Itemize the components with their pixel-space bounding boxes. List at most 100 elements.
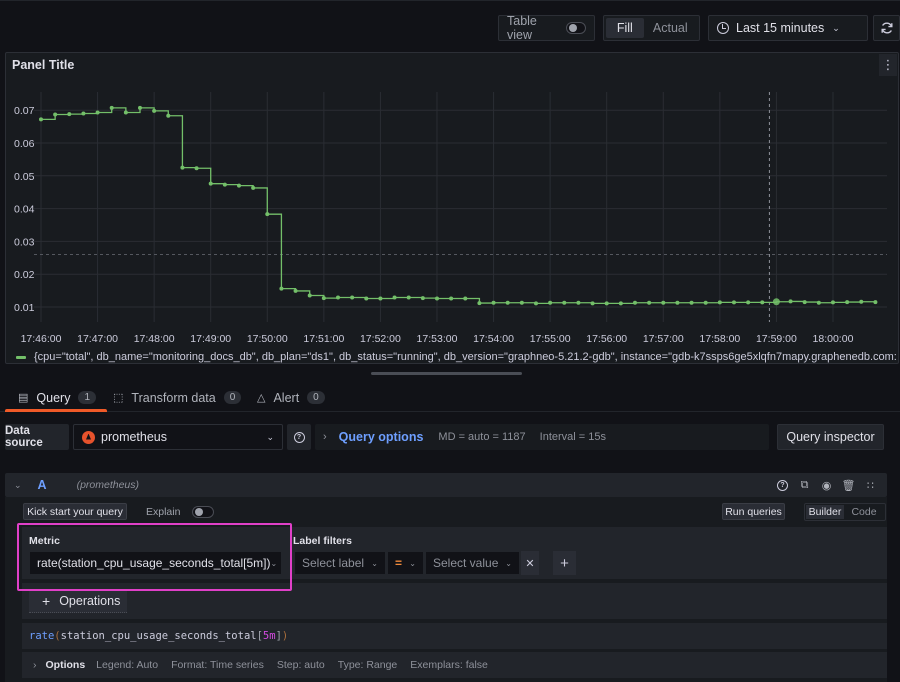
preview-close-paren: ) xyxy=(281,630,289,642)
data-point xyxy=(477,301,482,306)
x-tick-label: 17:55:00 xyxy=(530,333,571,345)
tab-transform-data[interactable]: ⬚ Transform data 0 xyxy=(113,384,242,411)
data-point xyxy=(802,300,807,305)
data-point xyxy=(703,300,708,305)
explain-label: Explain xyxy=(146,506,181,518)
collapse-chevron-icon[interactable]: ⌄ xyxy=(14,480,22,491)
table-view-switch[interactable] xyxy=(566,22,586,34)
refresh-button[interactable] xyxy=(873,15,900,41)
query-options[interactable]: › Query options MD = auto = 1187 Interva… xyxy=(315,424,769,450)
data-point xyxy=(449,296,454,301)
data-point xyxy=(717,300,722,305)
remove-filter-button[interactable]: ✕ xyxy=(521,551,539,575)
legend-label[interactable]: {cpu="total", db_name="monitoring_docs_d… xyxy=(34,351,896,363)
time-series-chart[interactable]: 0.01 0.02 0.03 0.04 0.05 0.06 0.07 17:46:00 17:4… xyxy=(0,52,900,352)
data-point xyxy=(236,183,241,188)
tab-alert[interactable]: △ Alert 0 xyxy=(257,384,325,411)
x-tick-label: 17:58:00 xyxy=(699,333,740,345)
operator-value: = xyxy=(395,556,403,570)
query-options-row[interactable]: › Options Legend: Auto Format: Time seri… xyxy=(22,652,887,678)
select-label-dropdown[interactable]: Select label ⌄ xyxy=(294,551,386,575)
editor-mode-switch: Builder Code xyxy=(804,503,886,521)
data-point xyxy=(632,300,637,305)
add-operations-button[interactable]: + Operations xyxy=(29,589,127,613)
query-inspector-button[interactable]: Query inspector xyxy=(777,424,884,450)
top-toolbar: Table view Fill Actual Last 15 minutes ⌄ xyxy=(0,0,900,52)
prometheus-icon xyxy=(82,430,95,444)
tab-query-count: 1 xyxy=(78,391,97,404)
data-point xyxy=(562,300,567,305)
data-source-value: prometheus xyxy=(101,430,168,444)
data-point xyxy=(194,166,199,171)
query-options-label[interactable]: Query options xyxy=(339,430,424,444)
data-point xyxy=(845,300,850,305)
editor-tabs: ▤ Query 1 ⬚ Transform data 0 △ Alert 0 xyxy=(0,384,900,412)
operator-dropdown[interactable]: = ⌄ xyxy=(387,551,424,575)
data-point xyxy=(53,112,58,117)
explain-toggle[interactable]: Explain xyxy=(146,506,215,518)
y-tick-label: 0.07 xyxy=(14,105,35,117)
data-point xyxy=(830,300,835,305)
options-title[interactable]: Options xyxy=(46,659,86,671)
metric-highlight-box xyxy=(17,523,292,591)
data-point xyxy=(873,300,878,305)
drag-handle-icon[interactable]: ∷ xyxy=(864,479,877,492)
select-label-placeholder: Select label xyxy=(302,556,365,570)
data-point xyxy=(604,301,609,306)
data-point xyxy=(123,110,128,115)
table-view-toggle[interactable]: Table view xyxy=(498,14,595,42)
data-point xyxy=(364,296,369,301)
x-tick-label: 17:53:00 xyxy=(417,333,458,345)
time-range-picker[interactable]: Last 15 minutes ⌄ xyxy=(708,15,868,41)
x-tick-label: 17:51:00 xyxy=(303,333,344,345)
operations-label: Operations xyxy=(59,593,121,608)
y-tick-label: 0.01 xyxy=(14,302,35,314)
code-mode-option[interactable]: Code xyxy=(844,505,884,519)
help-icon[interactable]: ? xyxy=(776,479,789,492)
data-point xyxy=(321,296,326,301)
data-point xyxy=(420,296,425,301)
eye-icon[interactable]: ◉ xyxy=(820,479,833,492)
data-point xyxy=(816,300,821,305)
chevron-down-icon: ⌄ xyxy=(409,558,416,568)
data-source-help-button[interactable]: ? xyxy=(287,424,311,450)
data-point xyxy=(689,300,694,305)
query-ref-id[interactable]: A xyxy=(38,478,47,492)
add-filter-button[interactable]: + xyxy=(553,551,576,575)
data-point xyxy=(590,301,595,306)
option-legend: Legend: Auto xyxy=(96,659,159,671)
actual-option[interactable]: Actual xyxy=(644,18,697,38)
y-tick-label: 0.04 xyxy=(14,204,35,216)
data-point xyxy=(180,165,185,170)
data-point xyxy=(392,295,397,300)
x-tick-label: 17:59:00 xyxy=(756,333,797,345)
explain-switch[interactable] xyxy=(192,506,215,518)
builder-mode-option[interactable]: Builder xyxy=(806,505,844,519)
chevron-down-icon: ⌄ xyxy=(832,22,840,33)
select-value-dropdown[interactable]: Select value ⌄ xyxy=(425,551,520,575)
plus-icon: + xyxy=(560,554,569,572)
fill-option[interactable]: Fill xyxy=(606,18,644,38)
x-tick-label: 17:49:00 xyxy=(190,333,231,345)
data-point xyxy=(618,301,623,306)
data-point xyxy=(335,295,340,300)
bell-icon: △ xyxy=(257,392,266,404)
data-point xyxy=(208,181,213,186)
duplicate-icon[interactable]: ⧉ xyxy=(798,479,811,492)
tab-query[interactable]: ▤ Query 1 xyxy=(4,384,108,412)
data-point xyxy=(788,299,793,304)
help-icon: ? xyxy=(293,431,305,443)
tab-transform-label: Transform data xyxy=(131,390,216,405)
trash-icon[interactable]: 🗑︎ xyxy=(842,479,856,492)
data-point xyxy=(661,300,666,305)
preview-function: rate xyxy=(29,630,55,642)
data-point xyxy=(95,110,100,115)
run-queries-button[interactable]: Run queries xyxy=(722,503,785,520)
data-source-picker[interactable]: prometheus ⌄ xyxy=(73,424,283,450)
kick-start-button[interactable]: Kick start your query xyxy=(23,503,127,520)
data-point xyxy=(760,300,765,305)
chevron-down-icon: ⌄ xyxy=(266,431,274,442)
panel-resize-handle[interactable] xyxy=(371,372,522,375)
x-tick-label: 17:54:00 xyxy=(473,333,514,345)
data-point xyxy=(265,212,270,217)
